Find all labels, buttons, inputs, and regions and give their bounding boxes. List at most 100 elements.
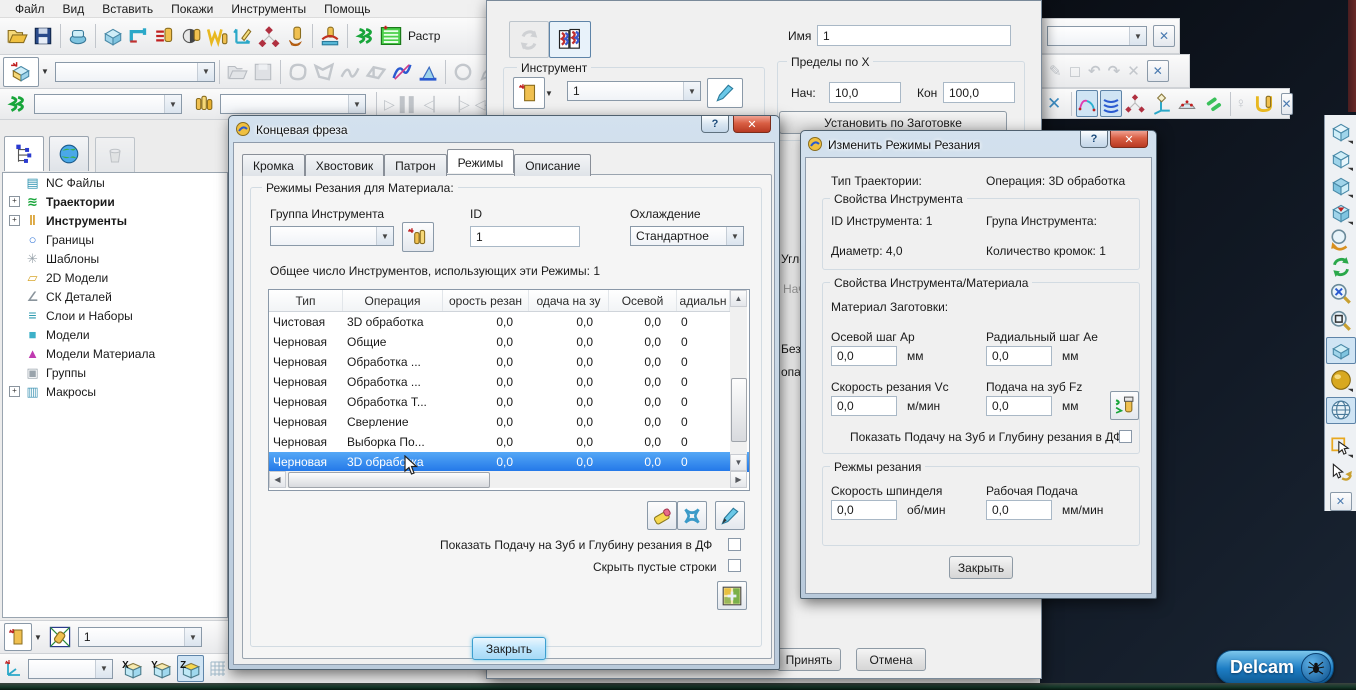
menu-item[interactable]: Покажи <box>162 1 222 17</box>
hide-empty-checkbox[interactable] <box>728 559 741 572</box>
help-button[interactable]: ? <box>701 116 729 133</box>
tree-item[interactable]: + Модели <box>3 325 227 344</box>
tree-item[interactable]: + Траектории <box>3 192 227 211</box>
pattern-points-icon[interactable] <box>256 23 282 49</box>
scroll-up-arrow[interactable]: ▲ <box>730 290 747 307</box>
menu-item[interactable]: Помощь <box>315 1 379 17</box>
column-header[interactable]: Тип <box>269 290 343 311</box>
shaded-ball-icon[interactable] <box>1327 367 1355 394</box>
refresh-view-icon[interactable] <box>1327 253 1355 280</box>
tool-rapid-icon[interactable] <box>152 23 178 49</box>
menu-item[interactable]: Инструменты <box>222 1 315 17</box>
column-header[interactable]: адиальн <box>677 290 730 311</box>
select-box-icon[interactable] <box>1327 433 1355 460</box>
toolpath-pair-icon[interactable] <box>1200 91 1226 117</box>
accept-button[interactable]: Принять <box>777 648 841 671</box>
raster-strategy-icon[interactable] <box>378 23 404 49</box>
tool-type-arrow[interactable]: ▼ <box>545 89 553 98</box>
tool-leads-icon[interactable] <box>178 23 204 49</box>
column-header[interactable]: Осевой <box>609 290 677 311</box>
top-right-combo[interactable]: ▼ <box>1047 26 1147 46</box>
tree-expander[interactable]: + <box>9 386 20 397</box>
menu-item[interactable]: Вид <box>54 1 94 17</box>
toolpath-w-icon[interactable] <box>204 23 230 49</box>
tree-item[interactable]: + СК Деталей <box>3 287 227 306</box>
show-fz-checkbox[interactable] <box>1119 430 1132 443</box>
zoom-box-icon[interactable] <box>1327 307 1355 334</box>
tree-item[interactable]: + Границы <box>3 230 227 249</box>
print-icon[interactable] <box>65 23 91 49</box>
tree-expander[interactable]: + <box>9 215 20 226</box>
copy-feeds-to-tool-button[interactable] <box>1110 391 1139 420</box>
workplane-combo[interactable]: ▼ <box>28 658 113 679</box>
workplane-icon[interactable] <box>2 656 26 682</box>
table-row[interactable]: Черновая 3D обработка 0,0 0,0 0,0 0 <box>269 452 749 472</box>
table-row[interactable]: Чистовая 3D обработка 0,0 0,0 0,0 0 <box>269 312 749 332</box>
scroll-down-arrow[interactable]: ▼ <box>730 454 747 471</box>
tab[interactable]: Описание <box>514 154 592 176</box>
erase-values-button[interactable] <box>647 501 677 530</box>
tree-item[interactable]: + NC Файлы <box>3 173 227 192</box>
feedrate-input[interactable]: 0,0 <box>986 500 1052 520</box>
close-view-toolbar-button[interactable]: ✕ <box>1329 491 1352 512</box>
tree-item[interactable]: + Слои и Наборы <box>3 306 227 325</box>
spindle-speed-input[interactable]: 0,0 <box>831 500 897 520</box>
close-dialog-button[interactable]: Закрыть <box>472 637 546 660</box>
tree-item[interactable]: + 2D Модели <box>3 268 227 287</box>
view-along-z-button[interactable]: Z <box>176 655 204 682</box>
menu-item[interactable]: Файл <box>6 1 54 17</box>
column-header[interactable]: орость резан <box>443 290 529 311</box>
tab[interactable]: Хвостовик <box>304 154 385 176</box>
level-icon[interactable] <box>415 59 441 85</box>
table-row[interactable]: Черновая Выборка По... 0,0 0,0 0,0 0 <box>269 432 749 452</box>
tool-dropdown-arrow[interactable]: ▼ <box>34 633 42 642</box>
plunge-mill-icon[interactable] <box>317 23 343 49</box>
toolpath-s-icon[interactable] <box>352 23 378 49</box>
block-icon[interactable] <box>100 23 126 49</box>
delete-row-button[interactable] <box>677 501 707 530</box>
toolpath-links-icon[interactable] <box>1100 90 1123 117</box>
tab-explorer-tree[interactable] <box>4 136 44 171</box>
column-header[interactable]: одача на зу <box>529 290 609 311</box>
radial-input[interactable]: 0,0 <box>986 346 1052 366</box>
iso-view-1-icon[interactable] <box>1327 118 1355 145</box>
table-row[interactable]: Черновая Сверление 0,0 0,0 0,0 0 <box>269 412 749 432</box>
iso-view-2-icon[interactable] <box>1327 145 1355 172</box>
cancel-button[interactable]: Отмена <box>856 648 926 671</box>
view-from-top-icon[interactable] <box>1327 199 1355 226</box>
tree-item[interactable]: + Группы <box>3 363 227 382</box>
table-row[interactable]: Черновая Общие 0,0 0,0 0,0 0 <box>269 332 749 352</box>
open-project-icon[interactable] <box>4 23 30 49</box>
tool-settings-icon[interactable] <box>47 624 73 650</box>
tree-item[interactable]: + Макросы <box>3 382 227 401</box>
table-row[interactable]: Черновая Обработка Т... 0,0 0,0 0,0 0 <box>269 392 749 412</box>
menu-item[interactable]: Вставить <box>93 1 162 17</box>
tree-item[interactable]: + Шаблоны <box>3 249 227 268</box>
points-icon[interactable] <box>1122 91 1148 117</box>
edit-feeds-title-bar[interactable]: Изменить Режимы Резания ? ✕ <box>801 131 1156 157</box>
leads-links-icon[interactable] <box>1076 90 1099 117</box>
tree-expander[interactable]: + <box>9 196 20 207</box>
block-dropdown-arrow[interactable]: ▼ <box>41 67 49 76</box>
axes-icon[interactable] <box>1148 91 1174 117</box>
tool-create-button[interactable] <box>4 623 32 651</box>
delete-toolpath-icon[interactable]: ✕ <box>1047 94 1061 114</box>
table-options-button[interactable] <box>717 581 747 610</box>
block-combo[interactable]: ▼ <box>54 61 215 82</box>
h-scrollbar[interactable]: ◀ ▶ <box>269 471 747 488</box>
tab-explorer-globe[interactable] <box>49 136 90 171</box>
active-tool-combo[interactable]: 1 ▼ <box>77 627 202 647</box>
end-input[interactable]: 100,0 <box>943 82 1015 103</box>
fence-curve-icon[interactable] <box>389 59 415 85</box>
tab[interactable]: Патрон <box>384 154 447 176</box>
table-row[interactable]: Черновая Обработка ... 0,0 0,0 0,0 0 <box>269 372 749 392</box>
show-block-button[interactable] <box>1325 337 1356 364</box>
close-button[interactable]: ✕ <box>1110 131 1148 148</box>
scroll-right-arrow[interactable]: ▶ <box>730 471 747 488</box>
save-project-icon[interactable] <box>30 23 56 49</box>
start-input[interactable]: 10,0 <box>829 82 901 103</box>
stock-sphere-icon[interactable] <box>1174 91 1200 117</box>
close-toolbar-button[interactable]: ✕ <box>1153 25 1175 47</box>
tool-u-icon[interactable] <box>1251 91 1277 117</box>
coolant-combo[interactable]: Стандартное ▼ <box>630 226 744 246</box>
